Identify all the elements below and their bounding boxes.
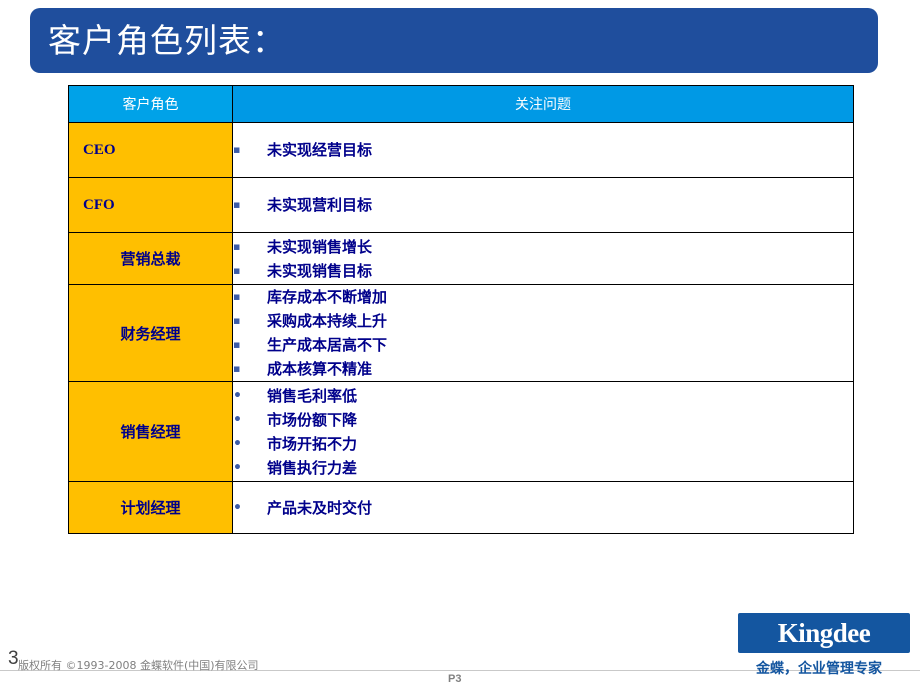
square-bullet-icon: ▪: [233, 239, 241, 253]
kingdee-tagline: 金蝶，企业管理专家: [756, 661, 882, 677]
dot-bullet-icon: •: [233, 411, 242, 428]
issue-text: 产品未及时交付: [267, 498, 373, 517]
issue-text: 销售执行力差: [267, 458, 358, 477]
table-row: CEO ▪ 未实现经营目标: [68, 122, 854, 178]
kingdee-logo: Kingdee: [738, 613, 910, 653]
role-cell: CEO: [68, 122, 233, 178]
issue-list: ▪ 未实现营利目标: [233, 193, 853, 217]
square-bullet-icon: ▪: [233, 290, 241, 303]
role-cell: 计划经理: [68, 481, 233, 534]
issue-text: 市场开拓不力: [267, 434, 358, 453]
issue-text: 未实现销售增长: [267, 237, 373, 256]
issue-cell: ▪ 未实现销售增长 ▪ 未实现销售目标: [232, 232, 854, 285]
copyright-text: 版权所有 ©1993-2008 金蝶软件(中国)有限公司: [18, 659, 259, 672]
issue-list: • 产品未及时交付: [233, 496, 853, 520]
list-item: • 市场开拓不力: [233, 432, 853, 456]
issue-list: ▪ 未实现销售增长 ▪ 未实现销售目标: [233, 235, 853, 283]
square-bullet-icon: ▪: [233, 263, 241, 277]
table-row: 财务经理 ▪ 库存成本不断增加 ▪ 采购成本持续上升 ▪ 生产成本居高不下 ▪ 成本核算不精准: [68, 284, 854, 382]
issue-cell: • 产品未及时交付: [232, 481, 854, 534]
list-item: ▪ 成本核算不精准: [233, 357, 853, 381]
role-cell: 营销总裁: [68, 232, 233, 285]
issue-cell: ▪ 库存成本不断增加 ▪ 采购成本持续上升 ▪ 生产成本居高不下 ▪ 成本核算不精准: [232, 284, 854, 382]
slide-title-bar: 客户角色列表：: [30, 8, 878, 73]
page-title: 客户角色列表：: [48, 21, 286, 60]
issue-text: 市场份额下降: [267, 410, 358, 429]
table-header-role: 客户角色: [68, 85, 233, 123]
list-item: ▪ 采购成本持续上升: [233, 309, 853, 333]
square-bullet-icon: ▪: [233, 338, 241, 351]
issue-text: 销售毛利率低: [267, 386, 358, 405]
square-bullet-icon: ▪: [233, 362, 241, 375]
square-bullet-icon: ▪: [233, 198, 241, 211]
customer-role-table: 客户角色 关注问题 CEO ▪ 未实现经营目标 CFO ▪ 未实现营利目标 营销总裁 ▪ 未实现…: [68, 85, 854, 534]
role-cell: 财务经理: [68, 284, 233, 382]
table-row: 计划经理 • 产品未及时交付: [68, 481, 854, 534]
list-item: • 销售执行力差: [233, 456, 853, 480]
issue-list: ▪ 未实现经营目标: [233, 138, 853, 162]
issue-cell: ▪ 未实现营利目标: [232, 177, 854, 233]
page-number: 3: [8, 648, 19, 669]
table-row: 销售经理 • 销售毛利率低 • 市场份额下降 • 市场开拓不力 • 销售执行力差: [68, 381, 854, 482]
issue-list: ▪ 库存成本不断增加 ▪ 采购成本持续上升 ▪ 生产成本居高不下 ▪ 成本核算不精准: [233, 285, 853, 381]
issue-text: 未实现销售目标: [267, 261, 373, 280]
issue-text: 成本核算不精准: [267, 360, 373, 378]
square-bullet-icon: ▪: [233, 314, 241, 327]
slide: 客户角色列表： 客户角色 关注问题 CEO ▪ 未实现经营目标 CFO ▪ 未实现营利目标…: [0, 0, 920, 690]
dot-bullet-icon: •: [233, 435, 242, 452]
table-header-issue: 关注问题: [232, 85, 854, 123]
page-code-label: P3: [448, 673, 462, 685]
kingdee-logo-text: Kingdee: [777, 617, 871, 648]
role-cell: CFO: [68, 177, 233, 233]
issue-text: 采购成本持续上升: [267, 312, 388, 330]
list-item: ▪ 未实现销售增长: [233, 235, 853, 259]
issue-list: • 销售毛利率低 • 市场份额下降 • 市场开拓不力 • 销售执行力差: [233, 384, 853, 480]
dot-bullet-icon: •: [233, 387, 242, 404]
issue-text: 生产成本居高不下: [267, 336, 388, 354]
dot-bullet-icon: •: [233, 499, 242, 516]
table-row: 营销总裁 ▪ 未实现销售增长 ▪ 未实现销售目标: [68, 232, 854, 285]
dot-bullet-icon: •: [233, 459, 242, 476]
list-item: • 销售毛利率低: [233, 384, 853, 408]
list-item: • 产品未及时交付: [233, 496, 853, 520]
list-item: • 市场份额下降: [233, 408, 853, 432]
issue-text: 未实现营利目标: [267, 196, 373, 214]
list-item: ▪ 生产成本居高不下: [233, 333, 853, 357]
list-item: ▪ 未实现经营目标: [233, 138, 853, 162]
square-bullet-icon: ▪: [233, 143, 241, 156]
list-item: ▪ 未实现销售目标: [233, 259, 853, 283]
table-row: CFO ▪ 未实现营利目标: [68, 177, 854, 233]
table-header-row: 客户角色 关注问题: [68, 85, 854, 123]
issue-text: 库存成本不断增加: [267, 288, 388, 306]
list-item: ▪ 未实现营利目标: [233, 193, 853, 217]
role-cell: 销售经理: [68, 381, 233, 482]
list-item: ▪ 库存成本不断增加: [233, 285, 853, 309]
issue-cell: ▪ 未实现经营目标: [232, 122, 854, 178]
issue-cell: • 销售毛利率低 • 市场份额下降 • 市场开拓不力 • 销售执行力差: [232, 381, 854, 482]
issue-text: 未实现经营目标: [267, 141, 373, 159]
